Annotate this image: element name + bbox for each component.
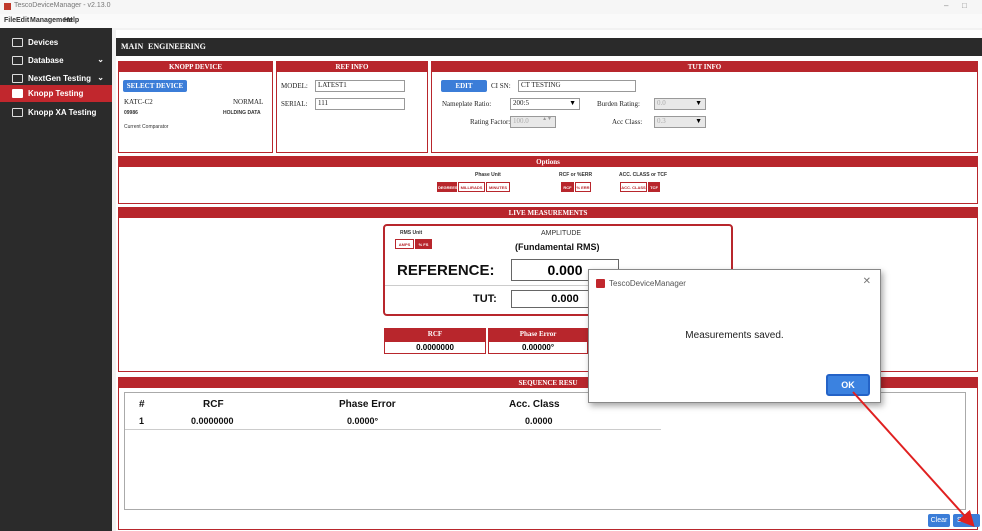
arrow-line <box>852 391 975 527</box>
annotation-arrow <box>852 391 975 527</box>
